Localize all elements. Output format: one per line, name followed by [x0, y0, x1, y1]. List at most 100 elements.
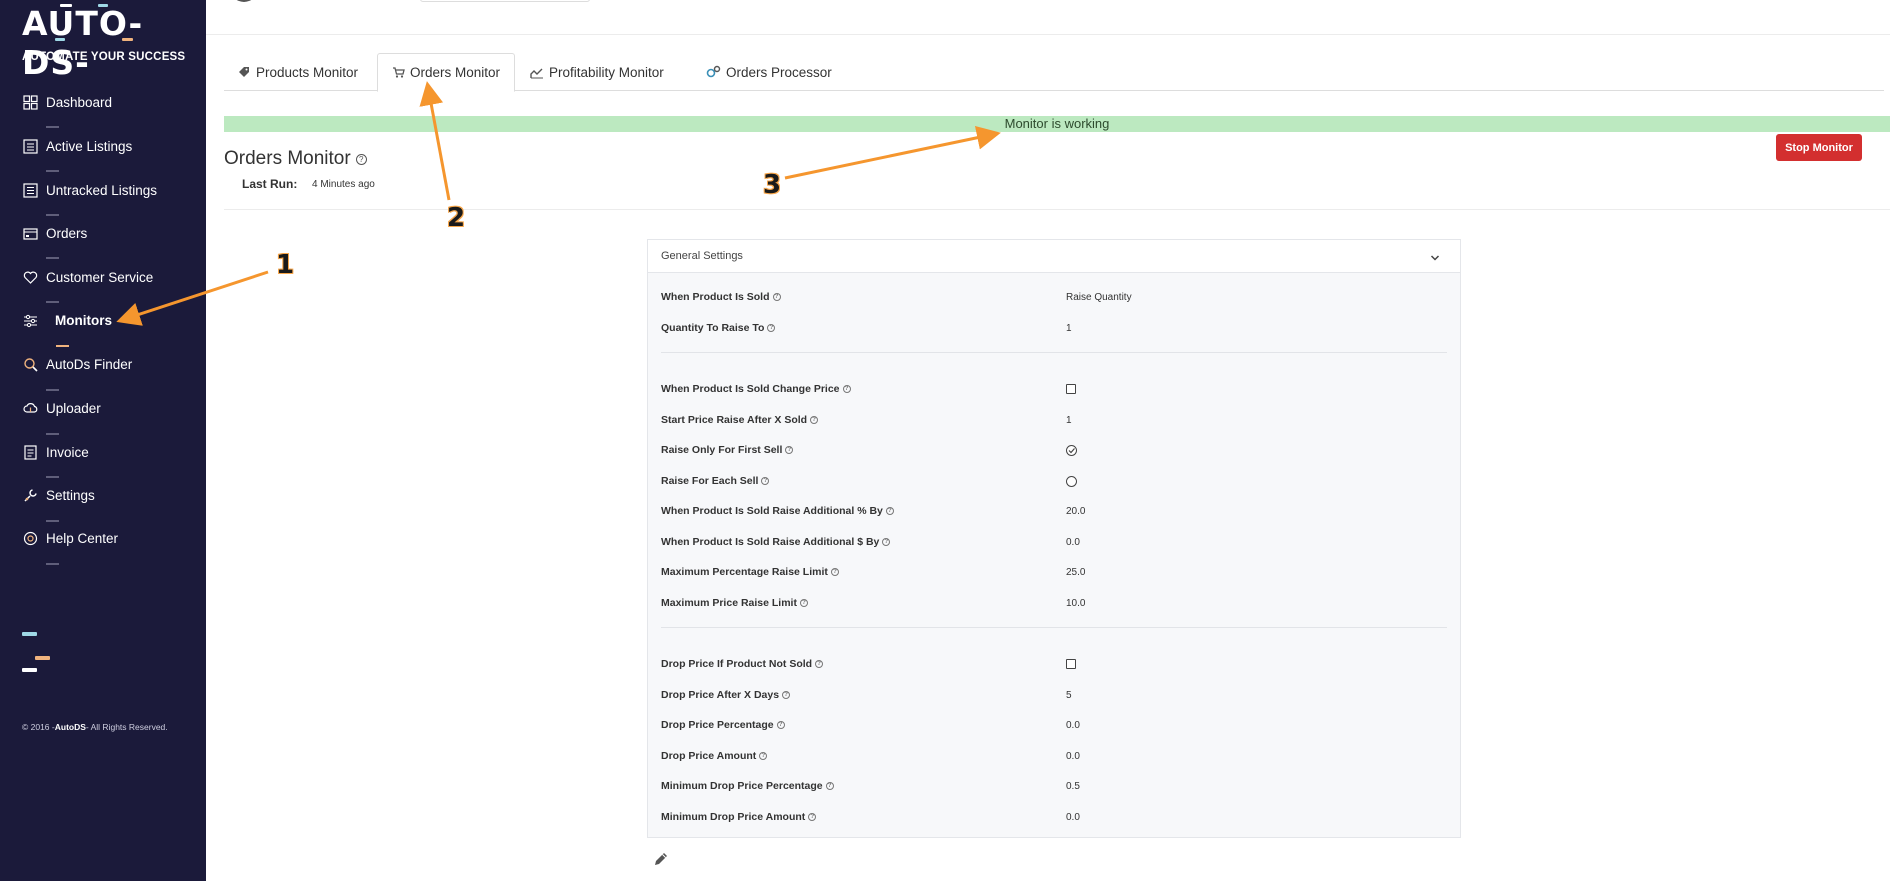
sidebar-item-label: Active Listings [46, 138, 133, 154]
sidebar-item-autods-finder[interactable]: AutoDs Finder [22, 353, 132, 375]
wrench-icon [22, 487, 38, 503]
setting-label-text: When Product Is Sold [661, 291, 770, 303]
help-icon[interactable]: ? [810, 416, 819, 424]
nav-active-indicator [56, 345, 69, 347]
nav-divider [46, 301, 59, 303]
sidebar-item-customer-service[interactable]: Customer Service [22, 266, 153, 288]
app-root: AUTO-DS- AUTOMATE YOUR SUCCESS Dashboard… [0, 0, 1890, 881]
help-icon[interactable]: ? [355, 153, 367, 165]
help-icon[interactable]: ? [842, 385, 851, 393]
tab-products-monitor[interactable]: Products Monitor [224, 53, 372, 91]
setting-label-text: Drop Price Amount [661, 750, 757, 762]
help-icon[interactable]: ? [776, 721, 785, 729]
help-icon[interactable]: ? [785, 446, 794, 454]
tab-label: Orders Processor [726, 64, 832, 80]
sidebar-item-settings[interactable]: Settings [22, 484, 95, 506]
raise-first-sell-radio[interactable] [1066, 444, 1077, 456]
stop-monitor-button[interactable]: Stop Monitor [1776, 134, 1862, 161]
sidebar-item-untracked-listings[interactable]: Untracked Listings [22, 179, 157, 201]
copyright: © 2016 -AutoDS- All Rights Reserved. [22, 722, 168, 732]
heart-icon [22, 269, 38, 285]
setting-value[interactable]: 0.5 [1066, 781, 1080, 792]
setting-label-text: Start Price Raise After X Sold [661, 414, 808, 426]
sidebar-item-label: Untracked Listings [46, 182, 158, 198]
drop-price-checkbox[interactable] [1066, 659, 1076, 669]
setting-row: Start Price Raise After X Sold? 1 [661, 411, 1447, 429]
pencil-icon[interactable] [652, 850, 670, 873]
sidebar-item-uploader[interactable]: Uploader [22, 397, 101, 419]
setting-row: Minimum Drop Price Percentage? 0.5 [661, 777, 1447, 795]
top-search-box[interactable] [420, 0, 590, 2]
setting-row: Minimum Drop Price Amount? 0.0 [661, 808, 1447, 826]
annotation-label-3: 3 [763, 170, 782, 200]
help-icon[interactable]: ? [772, 293, 781, 301]
help-icon[interactable]: ? [759, 752, 768, 760]
sidebar-item-help-center[interactable]: Help Center [22, 527, 118, 549]
sidebar-item-active-listings[interactable]: Active Listings [22, 135, 132, 157]
footer-logo-mark-2 [35, 656, 50, 660]
sidebar-item-invoice[interactable]: Invoice [22, 441, 89, 463]
setting-label-text: Drop Price After X Days [661, 689, 780, 701]
sidebar-item-orders[interactable]: Orders [22, 222, 87, 244]
help-icon[interactable]: ? [815, 660, 824, 668]
setting-row: Drop Price After X Days? 5 [661, 686, 1447, 704]
setting-label-text: Maximum Price Raise Limit [661, 597, 797, 609]
orders-icon [22, 225, 38, 241]
setting-label-text: Raise Only For First Sell [661, 444, 783, 456]
annotation-arrow-3 [784, 125, 1001, 180]
tab-orders-monitor[interactable]: Orders Monitor [377, 53, 516, 92]
help-icon[interactable]: ? [808, 813, 817, 821]
logo-deco-4 [55, 38, 65, 41]
help-icon[interactable]: ? [761, 477, 770, 485]
setting-value[interactable]: 0.0 [1066, 720, 1080, 731]
help-icon[interactable]: ? [885, 507, 894, 515]
copyright-suffix: - All Rights Reserved. [85, 722, 168, 732]
raise-each-sell-radio[interactable] [1066, 475, 1077, 487]
logo[interactable]: AUTO-DS- [22, 4, 206, 82]
section-divider [661, 352, 1447, 353]
setting-label: When Product Is Sold? [661, 291, 1066, 303]
setting-label-text: Drop Price Percentage [661, 719, 774, 731]
help-icon[interactable]: ? [799, 599, 808, 607]
help-icon[interactable]: ? [825, 782, 834, 790]
sidebar-item-dashboard[interactable]: Dashboard [22, 91, 112, 113]
setting-value[interactable]: 5 [1066, 690, 1072, 701]
setting-value[interactable]: Raise Quantity [1066, 292, 1132, 303]
chevron-down-icon[interactable] [1430, 250, 1440, 268]
annotation-label-1: 1 [276, 250, 295, 280]
sidebar-item-monitors[interactable]: Monitors [22, 309, 112, 331]
setting-label: Raise For Each Sell? [661, 475, 1066, 487]
help-icon[interactable]: ? [882, 538, 891, 546]
setting-value[interactable]: 1 [1066, 323, 1072, 334]
sidebar-item-label: Customer Service [46, 269, 154, 285]
avatar[interactable] [230, 0, 258, 2]
annotation-label-2: 2 [447, 203, 466, 233]
gears-icon [706, 65, 721, 79]
setting-label: Start Price Raise After X Sold? [661, 414, 1066, 426]
sidebar-item-label: Monitors [55, 312, 112, 328]
help-icon[interactable]: ? [782, 691, 791, 699]
setting-value[interactable]: 0.0 [1066, 537, 1080, 548]
setting-value[interactable]: 0.0 [1066, 812, 1080, 823]
setting-value[interactable]: 1 [1066, 415, 1072, 426]
general-settings-panel: General Settings When Product Is Sold? R… [647, 239, 1461, 838]
sidebar: AUTO-DS- AUTOMATE YOUR SUCCESS Dashboard… [0, 0, 206, 881]
setting-value[interactable]: 20.0 [1066, 506, 1085, 517]
tab-orders-processor[interactable]: Orders Processor [692, 53, 846, 91]
sidebar-item-label: AutoDs Finder [46, 356, 133, 372]
change-price-checkbox[interactable] [1066, 384, 1076, 394]
dashboard-icon [22, 94, 38, 110]
tab-label: Orders Monitor [410, 65, 501, 80]
setting-label: Maximum Price Raise Limit? [661, 597, 1066, 609]
setting-value[interactable]: 0.0 [1066, 751, 1080, 762]
setting-value[interactable]: 25.0 [1066, 567, 1085, 578]
setting-value[interactable]: 10.0 [1066, 598, 1085, 609]
help-icon[interactable]: ? [830, 568, 839, 576]
copyright-brand: AutoDS [54, 722, 86, 732]
tab-profitability-monitor[interactable]: Profitability Monitor [516, 53, 678, 91]
help-icon[interactable]: ? [767, 324, 776, 332]
setting-label-text: Drop Price If Product Not Sold [661, 658, 813, 670]
nav-divider [46, 389, 59, 391]
footer-logo-mark-3 [22, 668, 37, 672]
general-settings-header[interactable]: General Settings [648, 240, 1460, 273]
